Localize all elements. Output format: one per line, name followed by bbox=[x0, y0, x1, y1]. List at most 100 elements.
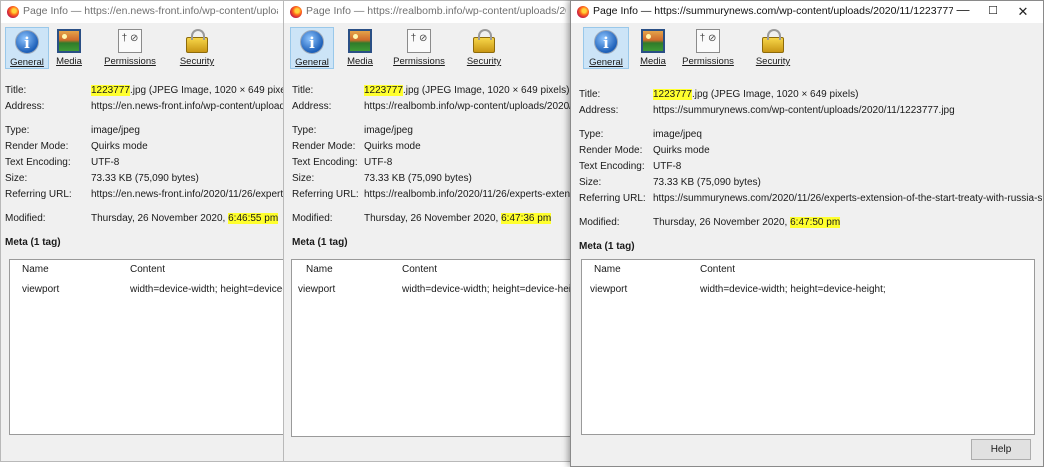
tab-general-label: General bbox=[10, 57, 44, 68]
tab-general[interactable]: General bbox=[5, 27, 49, 69]
render-mode-row: Render Mode: Quirks mode bbox=[284, 141, 572, 155]
referring-url-value[interactable]: https://summurynews.com/2020/11/26/exper… bbox=[653, 193, 1043, 204]
tab-toolbar: General Media Permissions Security bbox=[571, 23, 1043, 71]
tab-permissions[interactable]: Permissions bbox=[675, 27, 741, 69]
text-encoding-value[interactable]: UTF-8 bbox=[364, 157, 572, 168]
meta-row[interactable]: viewport width=device-width; height=devi… bbox=[582, 284, 1034, 298]
referring-url-row: Referring URL: https://summurynews.com/2… bbox=[571, 193, 1043, 207]
render-mode-value[interactable]: Quirks mode bbox=[653, 145, 1043, 156]
page-info-window-3: Page Info — https://summurynews.com/wp-c… bbox=[570, 0, 1044, 467]
title-value[interactable]: 1223777.jpg (JPEG Image, 1020 × 649 pixe… bbox=[653, 89, 1043, 100]
tab-permissions[interactable]: Permissions bbox=[386, 27, 452, 69]
text-encoding-row: Text Encoding: UTF-8 bbox=[1, 157, 284, 171]
size-value[interactable]: 73.33 KB (75,090 bytes) bbox=[653, 177, 1043, 188]
render-mode-value[interactable]: Quirks mode bbox=[91, 141, 284, 152]
title-row: Title: 1223777.jpg (JPEG Image, 1020 × 6… bbox=[571, 89, 1043, 103]
tab-media[interactable]: Media bbox=[633, 27, 673, 69]
meta-table-header: Name Content bbox=[10, 264, 284, 278]
col-content-header[interactable]: Content bbox=[130, 264, 165, 275]
tab-security[interactable]: Security bbox=[167, 27, 227, 69]
address-value[interactable]: https://summurynews.com/wp-content/uploa… bbox=[653, 105, 1043, 116]
address-row: Address: https://realbomb.info/wp-conten… bbox=[284, 101, 572, 115]
type-value[interactable]: image/jpeg bbox=[91, 125, 284, 136]
help-button[interactable]: Help bbox=[971, 439, 1031, 460]
title-highlight: 1223777 bbox=[653, 89, 692, 100]
minimize-icon[interactable]: — bbox=[949, 2, 977, 17]
col-content-header[interactable]: Content bbox=[402, 264, 437, 275]
col-name-header[interactable]: Name bbox=[306, 264, 333, 275]
tab-general[interactable]: General bbox=[583, 27, 629, 69]
meta-content-cell: width=device-width; height=device-height… bbox=[402, 284, 573, 295]
media-icon bbox=[641, 29, 665, 53]
col-name-header[interactable]: Name bbox=[22, 264, 49, 275]
close-icon[interactable]: ✕ bbox=[1009, 4, 1037, 20]
permissions-icon bbox=[407, 29, 431, 53]
firefox-icon bbox=[7, 6, 19, 18]
meta-heading: Meta (1 tag) bbox=[5, 237, 61, 248]
title-bar[interactable]: Page Info — https://en.news-front.info/w… bbox=[1, 1, 284, 23]
tab-media[interactable]: Media bbox=[340, 27, 380, 69]
tab-toolbar: General Media Permissions Security bbox=[284, 23, 572, 71]
render-mode-row: Render Mode: Quirks mode bbox=[571, 145, 1043, 159]
size-label: Size: bbox=[579, 177, 602, 188]
maximize-icon[interactable]: ☐ bbox=[979, 4, 1007, 17]
referring-url-value[interactable]: https://realbomb.info/2020/11/26/experts… bbox=[364, 189, 572, 200]
render-mode-label: Render Mode: bbox=[292, 141, 356, 152]
permissions-icon bbox=[696, 29, 720, 53]
tab-media-label: Media bbox=[640, 56, 666, 67]
title-value[interactable]: 1223777.jpg (JPEG Image, 1020 × 649 pixe… bbox=[364, 85, 572, 96]
lock-icon bbox=[762, 29, 784, 53]
col-content-header[interactable]: Content bbox=[700, 264, 735, 275]
render-mode-value[interactable]: Quirks mode bbox=[364, 141, 572, 152]
referring-url-label: Referring URL: bbox=[292, 189, 359, 200]
window-title: Page Info — https://realbomb.info/wp-con… bbox=[306, 5, 566, 17]
modified-row: Modified: Thursday, 26 November 2020, 6:… bbox=[284, 213, 572, 227]
modified-value[interactable]: Thursday, 26 November 2020, 6:46:55 pm bbox=[91, 213, 284, 224]
firefox-icon bbox=[290, 6, 302, 18]
meta-row[interactable]: viewport width=device-width; height=devi… bbox=[292, 284, 573, 298]
window-title: Page Info — https://en.news-front.info/w… bbox=[23, 5, 278, 17]
address-value[interactable]: https://en.news-front.info/wp-content/up… bbox=[91, 101, 284, 112]
type-label: Type: bbox=[292, 125, 317, 136]
tab-security-label: Security bbox=[466, 56, 502, 67]
type-value[interactable]: image/jpeq bbox=[653, 129, 1043, 140]
meta-name-cell: viewport bbox=[590, 284, 628, 295]
tab-general-label: General bbox=[589, 57, 623, 68]
meta-table[interactable]: Name Content viewport width=device-width… bbox=[291, 259, 573, 437]
modified-value[interactable]: Thursday, 26 November 2020, 6:47:50 pm bbox=[653, 217, 1043, 228]
size-row: Size: 73.33 KB (75,090 bytes) bbox=[571, 177, 1043, 191]
tab-permissions[interactable]: Permissions bbox=[97, 27, 163, 69]
tab-security[interactable]: Security bbox=[743, 27, 803, 69]
size-value[interactable]: 73.33 KB (75,090 bytes) bbox=[91, 173, 284, 184]
title-rest: .jpg (JPEG Image, 1020 × 649 pixels) bbox=[129, 85, 284, 96]
media-icon bbox=[57, 29, 81, 53]
text-encoding-value[interactable]: UTF-8 bbox=[653, 161, 1043, 172]
title-row: Title: 1223777.jpg (JPEG Image, 1020 × 6… bbox=[1, 85, 284, 99]
tab-permissions-label: Permissions bbox=[393, 56, 445, 67]
firefox-icon bbox=[577, 6, 589, 18]
referring-url-value[interactable]: https://en.news-front.info/2020/11/26/ex… bbox=[91, 189, 284, 200]
meta-row[interactable]: viewport width=device-width; height=devi… bbox=[10, 284, 284, 298]
tab-security[interactable]: Security bbox=[454, 27, 514, 69]
modified-date: Thursday, 26 November 2020, bbox=[364, 213, 502, 224]
meta-heading: Meta (1 tag) bbox=[292, 237, 348, 248]
tab-general[interactable]: General bbox=[290, 27, 334, 69]
modified-value[interactable]: Thursday, 26 November 2020, 6:47:36 pm bbox=[364, 213, 572, 224]
referring-url-label: Referring URL: bbox=[579, 193, 646, 204]
title-bar[interactable]: Page Info — https://summurynews.com/wp-c… bbox=[571, 1, 1043, 23]
address-value[interactable]: https://realbomb.info/wp-content/uploads… bbox=[364, 101, 572, 112]
tab-media-label: Media bbox=[56, 56, 82, 67]
permissions-icon bbox=[118, 29, 142, 53]
modified-label: Modified: bbox=[5, 213, 46, 224]
meta-table[interactable]: Name Content viewport width=device-width… bbox=[9, 259, 284, 435]
col-name-header[interactable]: Name bbox=[594, 264, 621, 275]
title-value[interactable]: 1223777.jpg (JPEG Image, 1020 × 649 pixe… bbox=[91, 85, 284, 96]
meta-table-header: Name Content bbox=[582, 264, 1034, 278]
type-value[interactable]: image/jpeg bbox=[364, 125, 572, 136]
tab-media[interactable]: Media bbox=[49, 27, 89, 69]
text-encoding-value[interactable]: UTF-8 bbox=[91, 157, 284, 168]
meta-table[interactable]: Name Content viewport width=device-width… bbox=[581, 259, 1035, 435]
title-bar[interactable]: Page Info — https://realbomb.info/wp-con… bbox=[284, 1, 572, 23]
address-row: Address: https://summurynews.com/wp-cont… bbox=[571, 105, 1043, 119]
size-value[interactable]: 73.33 KB (75,090 bytes) bbox=[364, 173, 572, 184]
